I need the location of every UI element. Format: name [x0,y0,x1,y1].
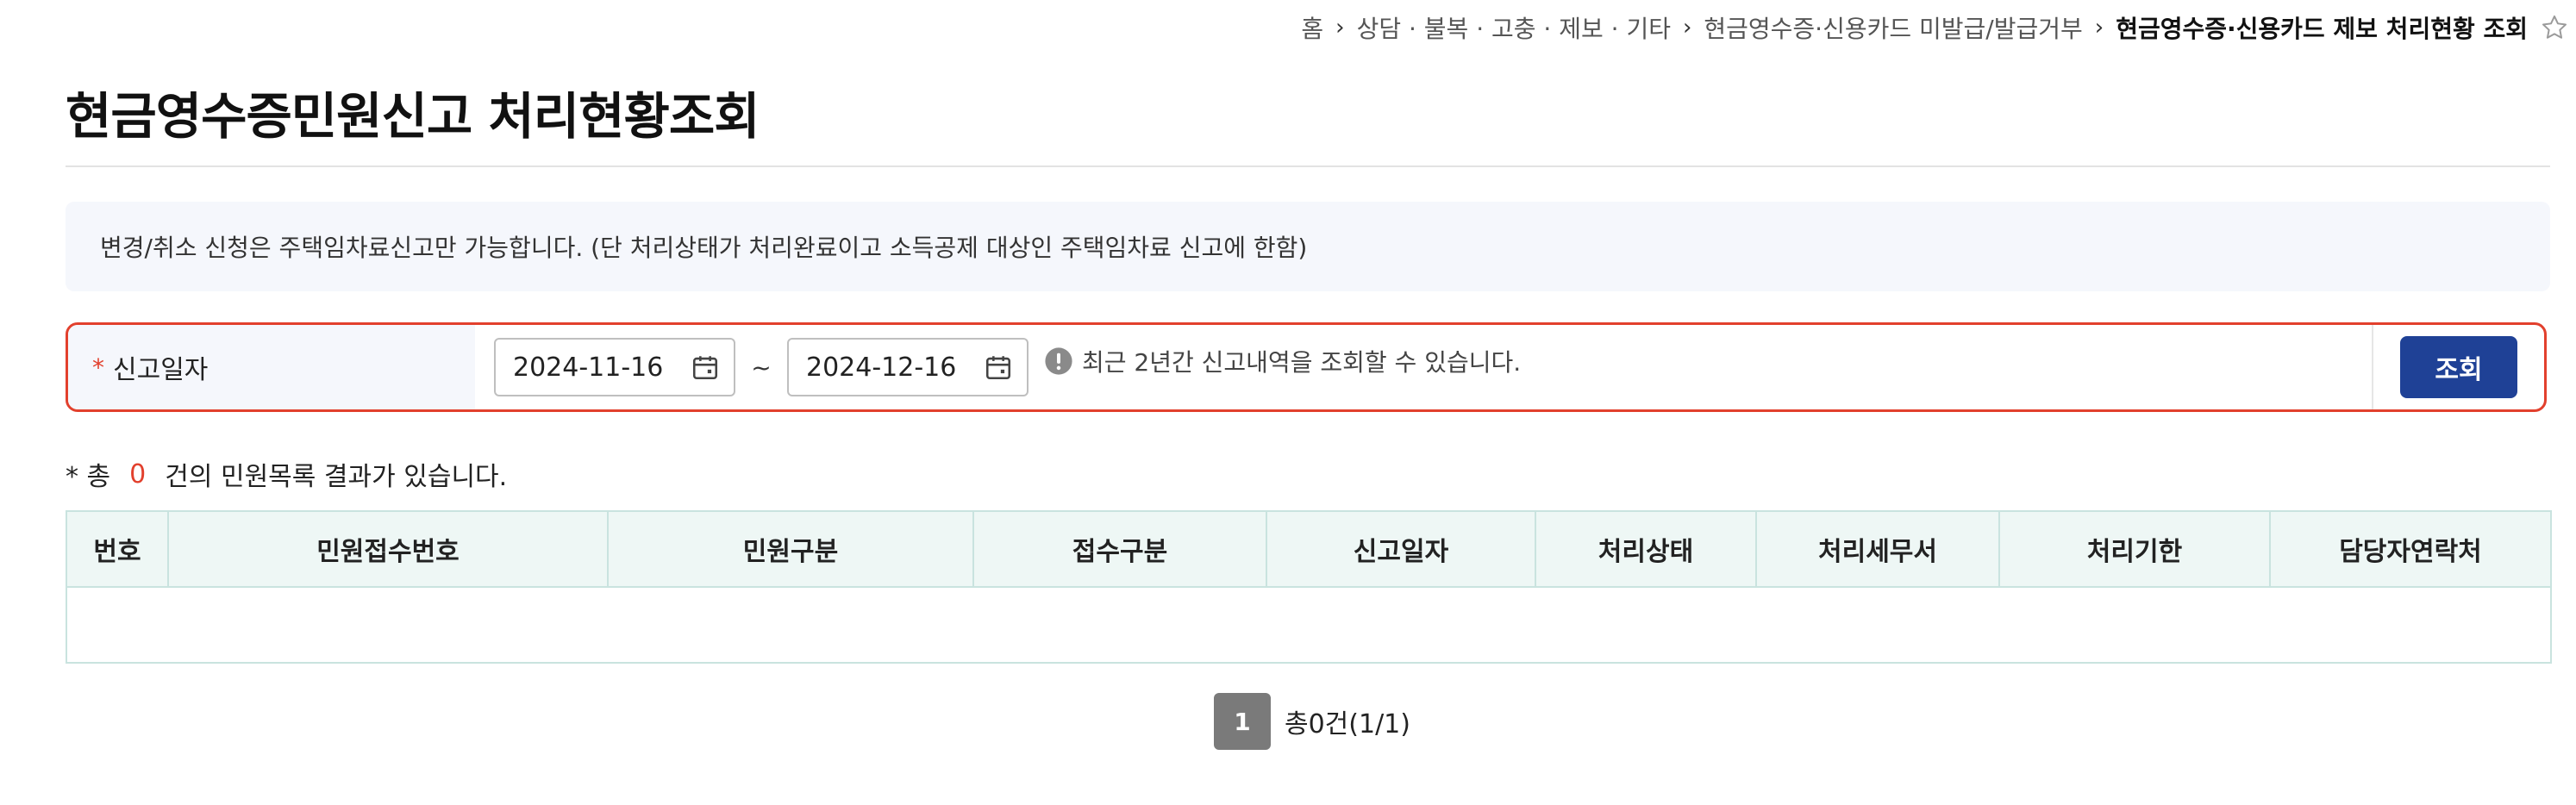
calendar-icon[interactable] [691,353,720,382]
breadcrumb: 홈 › 상담 · 불복 · 고충 · 제보 · 기타 › 현금영수증·신용카드 … [1301,10,2569,45]
notice-box: 변경/취소 신청은 주택임차료신고만 가능합니다. (단 처리상태가 처리완료이… [66,202,2550,291]
complaint-table: 번호 민원접수번호 민원구분 접수구분 신고일자 처리상태 처리세무서 처리기한… [66,510,2552,664]
column-header-number: 번호 [66,510,169,588]
column-header-receipt-number: 민원접수번호 [167,510,609,588]
column-header-status: 처리상태 [1535,510,1757,588]
breadcrumb-item-cash-receipt[interactable]: 현금영수증·신용카드 미발급/발급거부 [1704,10,2082,45]
page-button-current[interactable]: 1 [1214,693,1271,750]
column-header-intake-type: 접수구분 [972,510,1267,588]
title-divider [66,165,2550,167]
start-date-input[interactable]: 2024-11-16 [494,338,735,396]
end-date-input[interactable]: 2024-12-16 [787,338,1029,396]
result-prefix: * 총 [66,462,111,492]
column-header-complaint-type: 민원구분 [607,510,974,588]
calendar-icon[interactable] [984,353,1013,382]
breadcrumb-item-home[interactable]: 홈 [1301,10,1323,45]
star-icon[interactable] [2540,13,2569,42]
report-date-label-cell: * 신고일자 [68,325,475,409]
column-header-tax-office: 처리세무서 [1755,510,2000,588]
pagination: 1 총0건(1/1) [1214,693,1410,750]
pagination-summary: 총0건(1/1) [1285,709,1410,739]
chevron-right-icon: › [2094,15,2104,41]
notice-text: 변경/취소 신청은 주택임차료신고만 가능합니다. (단 처리상태가 처리완료이… [100,234,1308,262]
search-button[interactable]: 조회 [2400,336,2517,398]
required-mark: * [92,353,104,382]
table-empty-cell [66,586,2552,664]
breadcrumb-item-current: 현금영수증·신용카드 제보 처리현황 조회 [2116,15,2528,43]
search-form: * 신고일자 2024-11-16 ~ 2024-12-16 최근 2년간 신고… [66,322,2547,412]
result-suffix: 건의 민원목록 결과가 있습니다. [165,462,508,492]
table-header-row: 번호 민원접수번호 민원구분 접수구분 신고일자 처리상태 처리세무서 처리기한… [66,510,2552,588]
hint-text: 최근 2년간 신고내역을 조회할 수 있습니다. [1082,348,1522,377]
report-date-label: 신고일자 [113,355,209,385]
chevron-right-icon: › [1682,15,1692,41]
result-summary: * 총 0 건의 민원목록 결과가 있습니다. [66,455,507,493]
end-date-value: 2024-12-16 [806,352,957,383]
column-header-contact: 담당자연락처 [2269,510,2552,588]
date-range-hint: 최근 2년간 신고내역을 조회할 수 있습니다. [1044,344,1521,378]
breadcrumb-item-consult[interactable]: 상담 · 불복 · 고충 · 제보 · 기타 [1357,10,1671,45]
search-button-cell: 조회 [2372,325,2544,409]
table-empty-row [66,586,2552,664]
page-title: 현금영수증민원신고 처리현황조회 [66,87,760,146]
result-count: 0 [129,459,147,490]
column-header-report-date: 신고일자 [1266,510,1536,588]
chevron-right-icon: › [1335,15,1345,41]
column-header-deadline: 처리기한 [1998,510,2271,588]
date-range-separator: ~ [751,353,772,382]
exclamation-circle-icon [1045,347,1072,375]
start-date-value: 2024-11-16 [513,352,664,383]
